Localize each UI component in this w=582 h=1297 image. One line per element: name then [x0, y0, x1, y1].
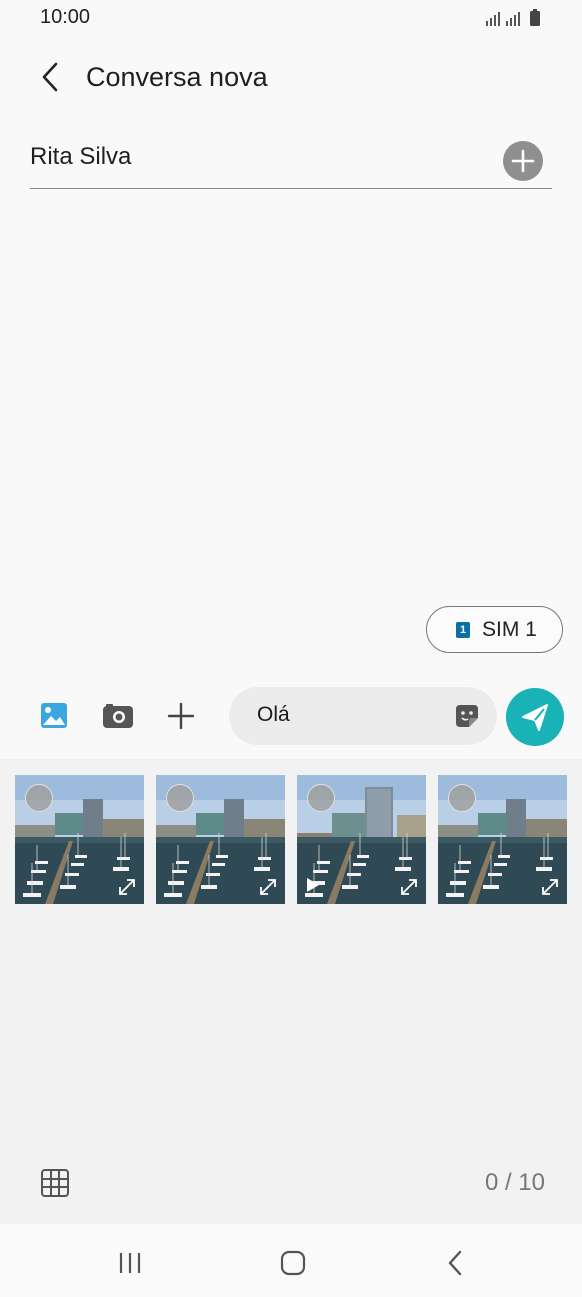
recents-icon	[119, 1253, 141, 1273]
sticker-button[interactable]	[453, 702, 481, 730]
back-icon	[448, 1250, 462, 1276]
status-time: 10:00	[40, 6, 91, 28]
gallery-icon	[41, 703, 67, 728]
play-icon	[307, 878, 319, 892]
message-input[interactable]: Olá	[229, 687, 497, 745]
gallery-button[interactable]	[34, 696, 74, 736]
plus-circle-icon	[511, 149, 535, 173]
sticker-icon	[456, 705, 478, 727]
gallery-thumbnail-video[interactable]	[297, 775, 426, 904]
select-checkbox[interactable]	[166, 784, 194, 812]
expand-icon	[542, 879, 558, 895]
home-button[interactable]	[275, 1248, 311, 1278]
attach-more-button[interactable]	[161, 696, 201, 736]
recipient-field[interactable]: Rita Silva	[30, 143, 131, 171]
grid-view-button[interactable]	[40, 1168, 70, 1198]
expand-icon	[260, 879, 276, 895]
home-icon	[280, 1250, 306, 1276]
plus-icon	[167, 702, 195, 730]
select-checkbox[interactable]	[448, 784, 476, 812]
select-checkbox[interactable]	[25, 784, 53, 812]
message-text: Olá	[257, 703, 290, 726]
expand-icon	[401, 879, 417, 895]
status-icons	[484, 8, 544, 28]
gallery-panel	[0, 759, 582, 1224]
signal-icon	[486, 12, 500, 26]
expand-icon	[119, 879, 135, 895]
camera-notch	[255, 0, 327, 34]
recents-button[interactable]	[112, 1248, 148, 1278]
page-title: Conversa nova	[86, 62, 268, 92]
nav-back-button[interactable]	[438, 1248, 474, 1278]
sim-selector-button[interactable]: 1 SIM 1	[426, 606, 563, 653]
gallery-thumbnail[interactable]	[15, 775, 144, 904]
recipient-underline	[30, 188, 552, 189]
battery-icon	[530, 9, 540, 26]
camera-button[interactable]	[98, 696, 138, 736]
chevron-left-icon	[42, 62, 58, 92]
send-icon	[522, 704, 548, 731]
signal-icon	[506, 12, 520, 26]
sim-label: SIM 1	[482, 618, 537, 641]
sim-badge: 1	[456, 622, 470, 638]
add-recipient-button[interactable]	[503, 141, 543, 181]
gallery-thumbnail[interactable]	[438, 775, 567, 904]
navigation-bar	[0, 1224, 582, 1297]
camera-icon	[103, 704, 133, 728]
gallery-thumbnail[interactable]	[156, 775, 285, 904]
send-button[interactable]	[506, 688, 564, 746]
select-checkbox[interactable]	[307, 784, 335, 812]
selection-counter: 0 / 10	[484, 1169, 545, 1196]
grid-icon	[41, 1169, 69, 1197]
back-button[interactable]	[32, 58, 72, 98]
